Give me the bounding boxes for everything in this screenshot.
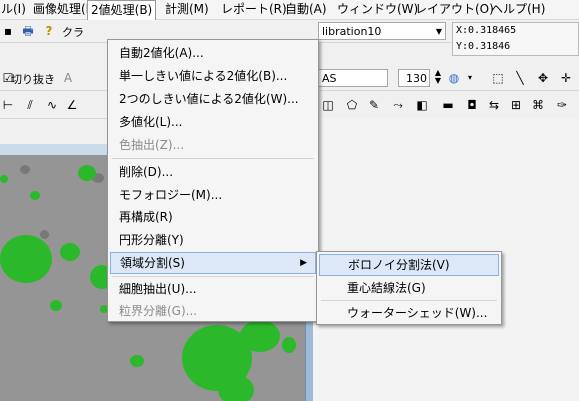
region-split-submenu: ボロノイ分割法(V) 重心結線法(G) ウォーターシェッド(W)... xyxy=(316,251,502,325)
component-icon[interactable]: ◘ xyxy=(464,97,480,113)
select-rect-icon[interactable]: ⬚ xyxy=(490,70,506,86)
menu-item-region-split-label: 領域分割(S) xyxy=(120,256,185,270)
menu-item-single-threshold[interactable]: 単一しきい値による2値化(B)... xyxy=(110,65,316,87)
binary-processing-menu: 自動2値化(A)... 単一しきい値による2値化(B)... 2つのしきい値によ… xyxy=(107,39,319,322)
trace-icon[interactable]: ⤳ xyxy=(390,97,406,113)
submenu-item-centroid[interactable]: 重心結線法(G) xyxy=(319,277,499,299)
page-icon[interactable]: ▪ xyxy=(0,23,16,39)
help-icon[interactable]: ? xyxy=(41,23,57,39)
menu-report[interactable]: レポート(R) xyxy=(218,0,290,19)
font-size-field[interactable]: 130 xyxy=(398,69,430,87)
fill-icon[interactable]: ◧ xyxy=(414,97,430,113)
submenu-arrow-icon: ▶ xyxy=(300,258,307,268)
split-icon[interactable]: ⇆ xyxy=(486,97,502,113)
menu-binary-processing[interactable]: 2値処理(B) xyxy=(87,0,157,20)
polygon-icon[interactable]: ⬠ xyxy=(344,97,360,113)
menu-item-morphology[interactable]: モフォロジー(M)... xyxy=(110,184,316,206)
calibration-combo[interactable]: libration10 ▼ xyxy=(318,22,446,40)
menu-divider xyxy=(112,158,314,159)
globe-icon[interactable]: ◍ xyxy=(446,70,462,86)
line-tool-icon[interactable]: ╲ xyxy=(512,70,528,86)
polyline-icon[interactable]: ∿ xyxy=(44,97,60,113)
bar-icon[interactable]: ▬ xyxy=(440,97,456,113)
text-style-icon[interactable]: A xyxy=(60,70,76,86)
region-icon[interactable]: ◫ xyxy=(320,97,336,113)
menu-item-auto-binarize[interactable]: 自動2値化(A)... xyxy=(110,42,316,64)
submenu-divider xyxy=(321,300,497,301)
angle-icon[interactable]: ∠ xyxy=(64,97,80,113)
parallel-lines-icon[interactable]: ⫽ xyxy=(22,97,38,113)
menu-help[interactable]: ヘルプ(H) xyxy=(488,0,548,19)
menu-item-circle-separation[interactable]: 円形分離(Y) xyxy=(110,229,316,251)
stepper-icon[interactable]: ▲ ▼ xyxy=(430,69,446,85)
measure-h-icon[interactable]: ⊢ xyxy=(0,97,16,113)
font-name-value: AS xyxy=(322,72,337,85)
font-name-combo[interactable]: AS xyxy=(318,69,388,87)
printer-icon[interactable]: 🖶 xyxy=(20,23,36,39)
menu-item-color-extract: 色抽出(Z)... xyxy=(119,138,185,152)
menu-item-reconstruct[interactable]: 再構成(R) xyxy=(110,206,316,228)
menu-measurement[interactable]: 計測(M) xyxy=(162,0,212,19)
resize-icon[interactable]: ✛ xyxy=(558,70,574,86)
menu-window[interactable]: ウィンドウ(W) xyxy=(334,0,421,19)
grid-icon[interactable]: ⊞ xyxy=(508,97,524,113)
submenu-item-watershed[interactable]: ウォーターシェッド(W)... xyxy=(319,302,499,324)
coordinate-readout: X:0.318465 Y:0.31846 xyxy=(452,22,579,56)
menu-item-two-thresholds[interactable]: 2つのしきい値による2値化(W)... xyxy=(110,88,316,110)
font-size-value: 130 xyxy=(406,72,427,85)
menu-divider xyxy=(112,276,314,277)
menu-layout[interactable]: レイアウト(O) xyxy=(412,0,497,19)
calibration-value: libration10 xyxy=(322,25,382,38)
menu-auto[interactable]: 自動(A) xyxy=(282,0,330,19)
menu-item-grain-boundary: 粒界分離(G)... xyxy=(119,304,198,318)
menu-item-cell-extract[interactable]: 細胞抽出(U)... xyxy=(110,278,316,300)
pipette-icon[interactable]: ✑ xyxy=(554,97,570,113)
menu-item-delete[interactable]: 削除(D)... xyxy=(110,161,316,183)
menu-bar: ル(I) 画像処理(I) 2値処理(B) 計測(M) レポート(R) 自動(A)… xyxy=(0,0,579,20)
code-icon[interactable]: ⌘ xyxy=(530,97,546,113)
color-dropdown-icon[interactable]: ▾ xyxy=(462,70,478,86)
wand-icon[interactable]: ✎ xyxy=(366,97,382,113)
chevron-down-icon: ▼ xyxy=(435,27,442,36)
menu-item-multilevel[interactable]: 多値化(L)... xyxy=(110,111,316,133)
cut-label[interactable]: 切り抜き xyxy=(11,71,55,87)
menu-item-region-split[interactable]: 領域分割(S) ▶ xyxy=(110,252,316,274)
menu-tool[interactable]: ル(I) xyxy=(0,0,29,19)
submenu-item-voronoi[interactable]: ボロノイ分割法(V) xyxy=(319,254,499,276)
class-label: クラ xyxy=(62,26,84,39)
move-icon[interactable]: ✥ xyxy=(535,70,551,86)
